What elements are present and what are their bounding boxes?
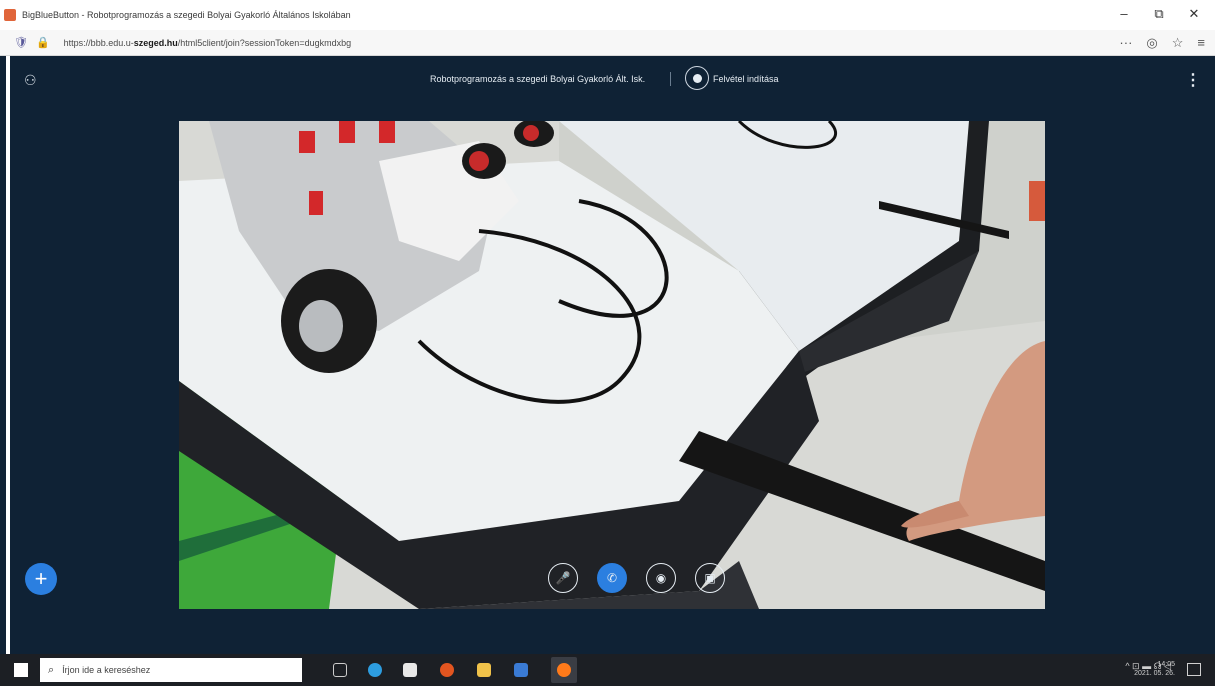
taskbar-search-input[interactable]: ⌕ Írjon ide a kereséshez [40,658,302,682]
taskbar-clock[interactable]: 14:05 2021. 05. 26. [1134,660,1175,678]
windows-start-icon[interactable] [14,663,28,677]
camera-button[interactable]: ◉ [646,563,676,593]
minimize-button[interactable]: – [1110,6,1138,21]
notification-icon[interactable] [1187,663,1201,676]
meeting-area: ⚇ Robotprogramozás a szegedi Bolyai Gyak… [0,56,1215,654]
file-explorer-icon[interactable] [477,663,491,677]
close-button[interactable]: ✕ [1180,6,1208,22]
meeting-title: Robotprogramozás a szegedi Bolyai Gyakor… [430,74,646,84]
address-bar[interactable]: 🛡 🔒 https://bbb.edu.u-szeged.hu/html5cli… [0,30,1215,56]
actions-plus-button[interactable]: + [25,563,57,595]
restore-button[interactable]: ⧉ [1145,6,1173,22]
record-button[interactable] [685,66,709,90]
outlook-icon[interactable] [514,663,528,677]
users-icon[interactable]: ⚇ [24,72,37,89]
microphone-muted-icon: 🎤 [555,571,571,585]
screen-share-icon: ▣ [704,571,716,585]
leave-audio-button[interactable]: ✆ [597,563,627,593]
lock-icon[interactable]: 🔒 [36,36,50,49]
search-icon: ⌕ [48,663,55,676]
store-icon[interactable] [403,663,417,677]
screen-share-button[interactable]: ▣ [695,563,725,593]
clock-time: 14:05 [1157,661,1175,668]
windows-taskbar: ⌕ Írjon ide a kereséshez [0,654,1215,686]
shield-icon[interactable]: 🛡 [14,36,28,49]
clock-date: 2021. 05. 26. [1134,670,1175,677]
browser-titlebar: BigBlueButton - Robotprogramozás a szege… [0,0,1215,30]
camera-icon: ◉ [655,571,667,585]
firefox-icon[interactable] [557,663,571,677]
search-placeholder: Írjon ide a kereséshez [62,665,151,675]
pocket-icon[interactable]: ◎ [1146,35,1157,51]
edge-browser-icon[interactable] [368,663,382,677]
office-icon[interactable] [440,663,454,677]
header-divider [670,72,671,86]
mute-button[interactable]: 🎤 [548,563,578,593]
app-favicon [4,9,16,21]
phone-icon: ✆ [606,571,618,585]
star-icon[interactable]: ☆ [1172,35,1184,51]
record-label[interactable]: Felvétel indítása [713,74,779,84]
menu-icon[interactable]: ≡ [1197,35,1205,51]
task-view-icon[interactable] [333,663,347,677]
tab-title[interactable]: BigBlueButton - Robotprogramozás a szege… [22,10,622,20]
webcam-video [179,121,1045,609]
more-icon[interactable]: ··· [1119,35,1132,51]
left-edge-bar [6,56,10,654]
url-field[interactable]: https://bbb.edu.u-szeged.hu/html5client/… [64,38,351,48]
options-icon[interactable]: ⋮ [1185,70,1201,90]
record-icon [692,73,702,83]
